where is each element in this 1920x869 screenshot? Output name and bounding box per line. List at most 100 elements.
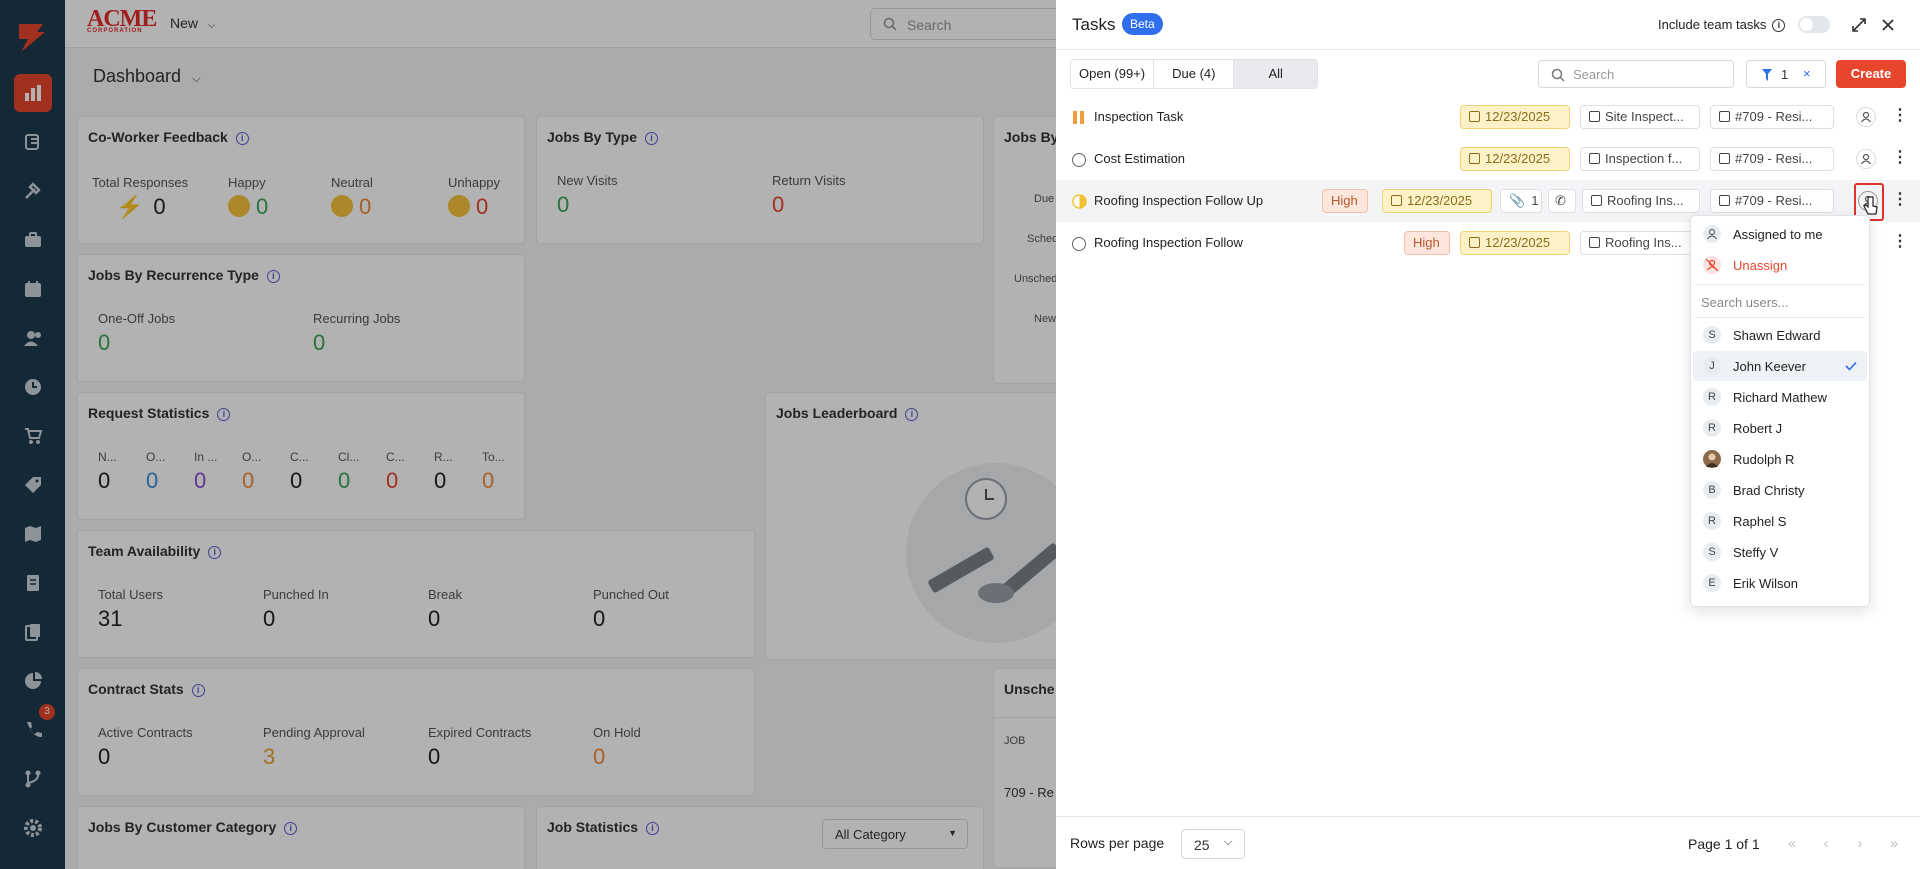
calendar-icon xyxy=(1469,111,1480,122)
next-page-icon[interactable]: › xyxy=(1846,829,1874,857)
search-users-input[interactable]: Search users... xyxy=(1701,295,1788,310)
info-icon: i xyxy=(1772,19,1786,32)
avatar: B xyxy=(1703,481,1721,499)
user-option[interactable]: R Robert J xyxy=(1693,413,1867,443)
tab-due[interactable]: Due (4) xyxy=(1154,60,1235,88)
create-task-button[interactable]: Create xyxy=(1836,60,1906,88)
form-link-chip[interactable]: Inspection f... xyxy=(1580,147,1700,171)
calendar-icon xyxy=(1391,195,1402,206)
last-page-icon[interactable]: » xyxy=(1880,829,1908,857)
paperclip-icon: 📎 xyxy=(1509,193,1526,208)
beta-badge: Beta xyxy=(1122,13,1163,35)
search-icon xyxy=(1551,68,1565,82)
task-name[interactable]: Cost Estimation xyxy=(1094,151,1185,166)
avatar-photo xyxy=(1703,450,1721,468)
job-link-chip[interactable]: #709 - Resi... xyxy=(1710,147,1834,171)
task-name[interactable]: Roofing Inspection Follow Up xyxy=(1094,193,1263,208)
avatar: S xyxy=(1703,326,1721,344)
assign-user-dropdown: Assigned to me Unassign Search users... … xyxy=(1690,215,1870,607)
unassign-option[interactable]: Unassign xyxy=(1693,250,1867,280)
avatar: S xyxy=(1703,543,1721,561)
chevron-down-icon: ⌵ xyxy=(1224,836,1233,848)
phone-icon: ✆ xyxy=(1555,193,1566,208)
call-chip[interactable]: ✆ xyxy=(1548,189,1576,213)
avatar: R xyxy=(1703,512,1721,530)
task-name[interactable]: Inspection Task xyxy=(1094,109,1183,124)
user-option[interactable]: R Richard Mathew xyxy=(1693,382,1867,412)
first-page-icon[interactable]: « xyxy=(1778,829,1806,857)
user-option[interactable]: E Erik Wilson xyxy=(1693,568,1867,598)
user-option[interactable]: S Steffy V xyxy=(1693,537,1867,567)
more-options-icon[interactable]: ⋮ xyxy=(1892,192,1908,208)
avatar: J xyxy=(1703,357,1721,375)
job-link-chip[interactable]: #709 - Resi... xyxy=(1710,105,1834,129)
assign-user-icon[interactable] xyxy=(1856,149,1876,169)
form-link-chip[interactable]: Site Inspect... xyxy=(1580,105,1700,129)
form-icon xyxy=(1591,195,1602,206)
due-date-chip[interactable]: 12/23/2025 xyxy=(1460,147,1570,171)
rows-per-page-label: Rows per page xyxy=(1070,835,1165,851)
user-option[interactable]: R Raphel S xyxy=(1693,506,1867,536)
in-progress-icon xyxy=(1073,111,1084,124)
filter-icon xyxy=(1762,69,1772,81)
priority-chip[interactable]: High xyxy=(1404,231,1450,255)
prev-page-icon[interactable]: ‹ xyxy=(1812,829,1840,857)
due-date-chip[interactable]: 12/23/2025 xyxy=(1382,189,1492,213)
task-tabs: Open (99+) Due (4) All xyxy=(1070,59,1318,89)
task-search-input[interactable]: Search xyxy=(1538,60,1734,88)
expand-icon[interactable] xyxy=(1851,17,1867,33)
task-row[interactable]: Inspection Task 12/23/2025 Site Inspect.… xyxy=(1056,96,1920,138)
tasks-header: Tasks Beta Include team tasks i xyxy=(1056,0,1920,50)
assigned-to-me-option[interactable]: Assigned to me xyxy=(1693,219,1867,249)
avatar: R xyxy=(1703,388,1721,406)
briefcase-icon xyxy=(1719,111,1730,122)
attachment-chip[interactable]: 📎 1 xyxy=(1500,189,1542,213)
priority-chip[interactable]: High xyxy=(1322,189,1368,213)
task-name[interactable]: Roofing Inspection Follow xyxy=(1094,235,1243,250)
unassign-user-icon xyxy=(1703,256,1721,274)
pagination-footer: Rows per page 25 ⌵ Page 1 of 1 « ‹ › » xyxy=(1056,816,1920,869)
calendar-icon xyxy=(1469,237,1480,248)
due-date-chip[interactable]: 12/23/2025 xyxy=(1460,105,1570,129)
briefcase-icon xyxy=(1719,153,1730,164)
assign-user-icon[interactable] xyxy=(1856,107,1876,127)
modal-overlay[interactable] xyxy=(0,0,1056,869)
todo-status-icon[interactable] xyxy=(1072,237,1086,251)
filter-button[interactable]: 1 × xyxy=(1746,60,1826,88)
user-option[interactable]: Rudolph R xyxy=(1693,444,1867,474)
include-team-label: Include team tasks i xyxy=(1658,17,1786,32)
tab-all[interactable]: All xyxy=(1234,60,1317,88)
tab-open[interactable]: Open (99+) xyxy=(1071,60,1155,88)
rows-per-page-select[interactable]: 25 ⌵ xyxy=(1181,829,1245,859)
pointer-cursor-icon xyxy=(1863,196,1878,215)
more-options-icon[interactable]: ⋮ xyxy=(1892,234,1908,250)
include-team-toggle[interactable] xyxy=(1798,16,1830,33)
user-option[interactable]: J John Keever xyxy=(1693,351,1867,381)
form-icon xyxy=(1589,111,1600,122)
form-link-chip[interactable]: Roofing Ins... xyxy=(1582,189,1700,213)
avatar: E xyxy=(1703,574,1721,592)
avatar: R xyxy=(1703,419,1721,437)
page-info: Page 1 of 1 xyxy=(1688,836,1760,852)
user-option[interactable]: S Shawn Edward xyxy=(1693,320,1867,350)
clear-filter-icon[interactable]: × xyxy=(1803,66,1811,81)
briefcase-icon xyxy=(1719,195,1730,206)
due-date-chip[interactable]: 12/23/2025 xyxy=(1460,231,1570,255)
user-icon xyxy=(1703,225,1721,243)
divider xyxy=(1695,317,1865,318)
half-complete-status-icon[interactable] xyxy=(1072,194,1087,209)
form-icon xyxy=(1589,237,1600,248)
divider xyxy=(1695,284,1865,285)
form-link-chip[interactable]: Roofing Ins... xyxy=(1580,231,1698,255)
calendar-icon xyxy=(1469,153,1480,164)
task-row[interactable]: Cost Estimation 12/23/2025 Inspection f.… xyxy=(1056,138,1920,180)
close-icon[interactable] xyxy=(1881,18,1895,32)
more-options-icon[interactable]: ⋮ xyxy=(1892,150,1908,166)
tasks-title: Tasks xyxy=(1072,15,1116,34)
form-icon xyxy=(1589,153,1600,164)
more-options-icon[interactable]: ⋮ xyxy=(1892,108,1908,124)
user-option[interactable]: B Brad Christy xyxy=(1693,475,1867,505)
checkmark-icon xyxy=(1845,361,1857,371)
job-link-chip[interactable]: #709 - Resi... xyxy=(1710,189,1834,213)
todo-status-icon[interactable] xyxy=(1072,153,1086,167)
